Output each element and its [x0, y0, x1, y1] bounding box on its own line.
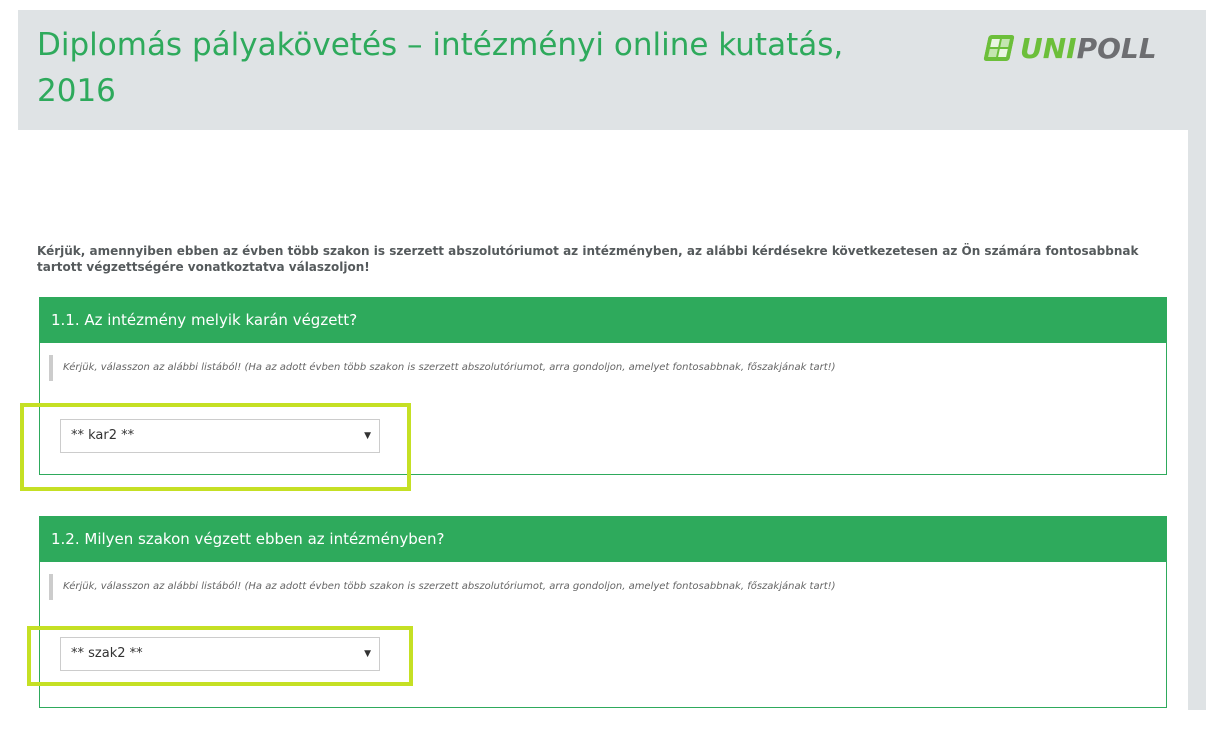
survey-page: Diplomás pályakövetés – intézményi onlin… — [0, 0, 1222, 730]
faculty-select-value: ** kar2 ** — [71, 428, 135, 443]
question-help-text: Kérjük, válasszon az alábbi listából! (H… — [49, 574, 836, 600]
unipoll-logo: UNIPOLL — [983, 31, 1157, 65]
page-title: Diplomás pályakövetés – intézményi onlin… — [37, 27, 844, 109]
logo-text-uni: UNI — [1020, 31, 1077, 65]
intro-instructions: Kérjük, amennyiben ebben az évben több s… — [37, 244, 1139, 274]
question-title: 1.1. Az intézmény melyik karán végzett? — [40, 298, 1166, 343]
caret-down-icon: ▼ — [364, 431, 371, 441]
question-1-2: 1.2. Milyen szakon végzett ebben az inté… — [39, 516, 1167, 708]
logo-text: UNIPOLL — [1020, 32, 1157, 65]
survey-content: Kérjük, amennyiben ebben az évben több s… — [18, 130, 1188, 730]
unipoll-logo-icon — [983, 35, 1015, 61]
major-select-value: ** szak2 ** — [71, 646, 143, 661]
question-1-1: 1.1. Az intézmény melyik karán végzett? … — [39, 297, 1167, 475]
question-title: 1.2. Milyen szakon végzett ebben az inté… — [40, 517, 1166, 562]
faculty-select[interactable]: ** kar2 ** ▼ — [60, 419, 380, 453]
question-help-text: Kérjük, válasszon az alábbi listából! (H… — [49, 355, 836, 381]
major-select[interactable]: ** szak2 ** ▼ — [60, 637, 380, 671]
caret-down-icon: ▼ — [364, 649, 371, 659]
logo-text-poll: POLL — [1076, 31, 1157, 65]
